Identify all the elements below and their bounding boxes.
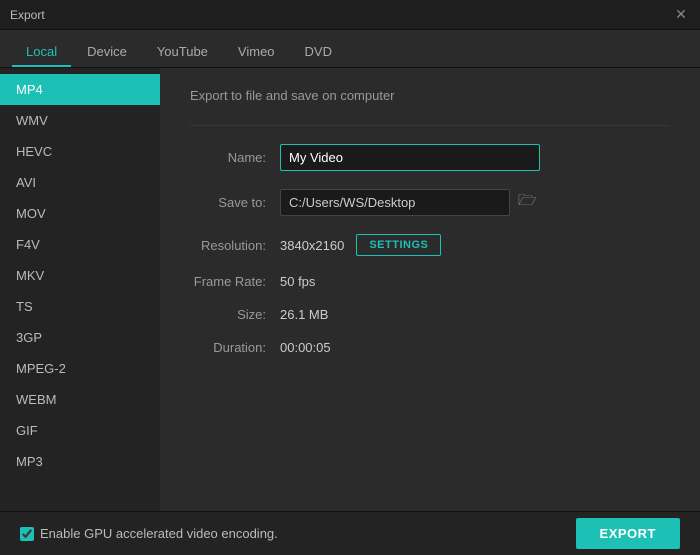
export-button[interactable]: EXPORT	[576, 518, 680, 549]
name-row: Name:	[190, 144, 670, 171]
sidebar-item-avi[interactable]: AVI	[0, 167, 160, 198]
tab-youtube[interactable]: YouTube	[143, 38, 222, 67]
frame-rate-row: Frame Rate: 50 fps	[190, 274, 670, 289]
frame-rate-label: Frame Rate:	[190, 274, 280, 289]
size-label: Size:	[190, 307, 280, 322]
right-panel: Export to file and save on computer Name…	[160, 68, 700, 511]
name-label: Name:	[190, 150, 280, 165]
save-to-row: Save to: 🗁	[190, 189, 670, 216]
duration-label: Duration:	[190, 340, 280, 355]
sidebar-item-3gp[interactable]: 3GP	[0, 322, 160, 353]
close-button[interactable]: ✕	[672, 6, 690, 24]
duration-value: 00:00:05	[280, 340, 331, 355]
title-bar: Export ✕	[0, 0, 700, 30]
folder-icon[interactable]: 🗁	[518, 190, 537, 215]
sidebar-item-mkv[interactable]: MKV	[0, 260, 160, 291]
resolution-area: 3840x2160 SETTINGS	[280, 234, 441, 256]
sidebar-item-gif[interactable]: GIF	[0, 415, 160, 446]
frame-rate-value: 50 fps	[280, 274, 315, 289]
gpu-checkbox-area: Enable GPU accelerated video encoding.	[20, 526, 278, 541]
tab-vimeo[interactable]: Vimeo	[224, 38, 289, 67]
save-to-input-area: 🗁	[280, 189, 537, 216]
tab-local[interactable]: Local	[12, 38, 71, 67]
tab-bar: LocalDeviceYouTubeVimeoDVD	[0, 30, 700, 68]
size-row: Size: 26.1 MB	[190, 307, 670, 322]
resolution-value: 3840x2160	[280, 238, 344, 253]
sidebar-item-f4v[interactable]: F4V	[0, 229, 160, 260]
tab-device[interactable]: Device	[73, 38, 141, 67]
sidebar-item-hevc[interactable]: HEVC	[0, 136, 160, 167]
gpu-checkbox[interactable]	[20, 527, 34, 541]
sidebar-item-webm[interactable]: WEBM	[0, 384, 160, 415]
sidebar-item-mp3[interactable]: MP3	[0, 446, 160, 477]
sidebar-item-ts[interactable]: TS	[0, 291, 160, 322]
gpu-label[interactable]: Enable GPU accelerated video encoding.	[40, 526, 278, 541]
tab-dvd[interactable]: DVD	[291, 38, 346, 67]
sidebar-item-mpeg2[interactable]: MPEG-2	[0, 353, 160, 384]
settings-button[interactable]: SETTINGS	[356, 234, 441, 256]
main-content: MP4WMVHEVCAVIMOVF4VMKVTS3GPMPEG-2WEBMGIF…	[0, 68, 700, 511]
sidebar-item-mov[interactable]: MOV	[0, 198, 160, 229]
panel-title: Export to file and save on computer	[190, 88, 670, 103]
sidebar-item-mp4[interactable]: MP4	[0, 74, 160, 105]
sidebar-item-wmv[interactable]: WMV	[0, 105, 160, 136]
save-to-label: Save to:	[190, 195, 280, 210]
bottom-bar: Enable GPU accelerated video encoding. E…	[0, 511, 700, 555]
save-to-input[interactable]	[280, 189, 510, 216]
size-value: 26.1 MB	[280, 307, 328, 322]
duration-row: Duration: 00:00:05	[190, 340, 670, 355]
resolution-label: Resolution:	[190, 238, 280, 253]
name-input[interactable]	[280, 144, 540, 171]
panel-divider	[190, 125, 670, 126]
window-title: Export	[10, 8, 45, 22]
resolution-row: Resolution: 3840x2160 SETTINGS	[190, 234, 670, 256]
sidebar: MP4WMVHEVCAVIMOVF4VMKVTS3GPMPEG-2WEBMGIF…	[0, 68, 160, 511]
